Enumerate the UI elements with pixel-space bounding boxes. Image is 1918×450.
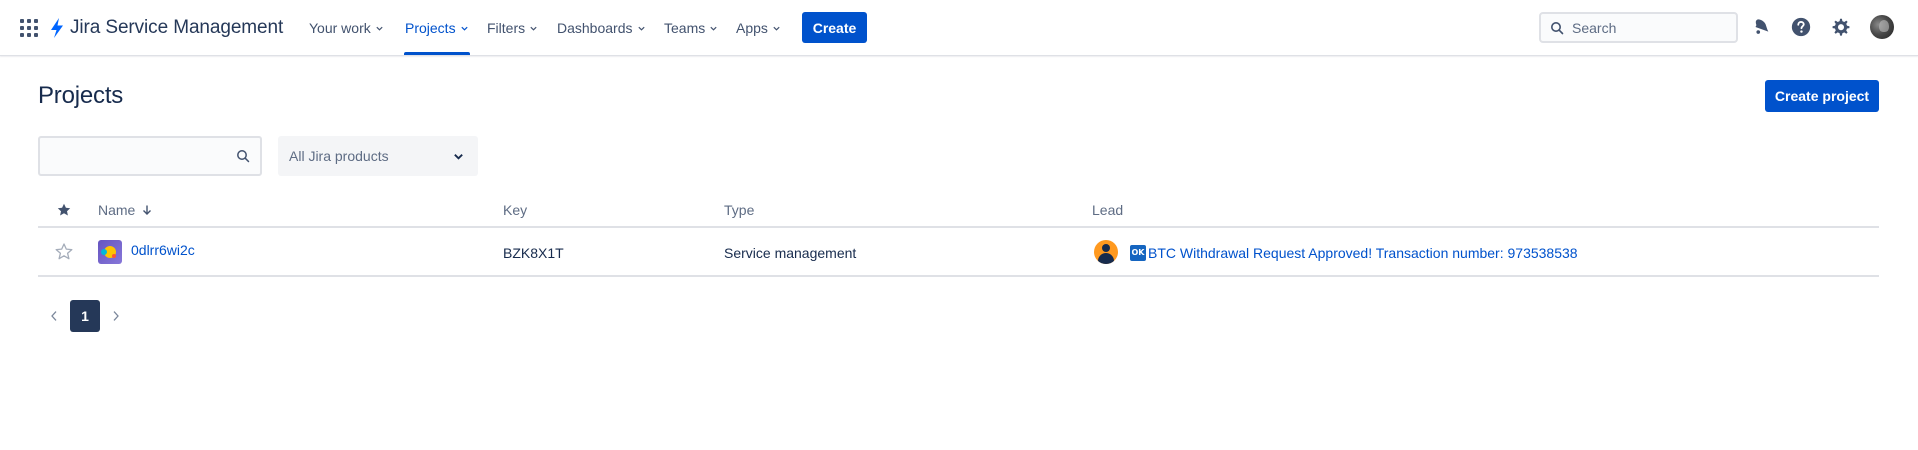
- chevron-down-icon: [530, 26, 537, 31]
- column-header-key[interactable]: Key: [503, 202, 527, 218]
- nav-item-filters[interactable]: Filters: [487, 14, 538, 42]
- chevron-down-icon: [773, 26, 780, 31]
- pagination-next-button[interactable]: [108, 306, 124, 326]
- active-nav-indicator: [404, 52, 470, 55]
- chevron-down-icon: [376, 26, 383, 31]
- project-name-link[interactable]: 0dlrr6wi2c: [131, 242, 195, 258]
- profile-avatar[interactable]: [1870, 15, 1894, 39]
- nav-item-label: Apps: [736, 20, 768, 36]
- favorite-star-icon[interactable]: [54, 242, 74, 262]
- table-header-divider: [38, 226, 1879, 228]
- nav-item-label: Filters: [487, 20, 526, 36]
- chevron-down-icon: [710, 26, 717, 31]
- chevron-left-icon: [51, 311, 57, 321]
- product-filter-value: All Jira products: [289, 148, 389, 164]
- page-title: Projects: [38, 82, 124, 109]
- project-type: Service management: [724, 245, 857, 261]
- column-header-lead[interactable]: Lead: [1092, 202, 1123, 218]
- pagination-previous-button[interactable]: [46, 306, 62, 326]
- column-header-type[interactable]: Type: [724, 202, 754, 218]
- nav-item-label: Teams: [664, 20, 706, 36]
- search-icon: [1551, 21, 1564, 34]
- project-key: BZK8X1T: [503, 245, 564, 261]
- lead-avatar[interactable]: [1094, 240, 1118, 264]
- chevron-down-icon: [454, 154, 463, 160]
- sort-descending-arrow-icon: [143, 205, 152, 215]
- app-switcher-icon[interactable]: [18, 17, 38, 37]
- lightning-bolt-icon: [51, 18, 63, 38]
- brand-name: Jira Service Management: [70, 17, 284, 38]
- lead-name-link[interactable]: OK BTC Withdrawal Request Approved! Tran…: [1130, 245, 1578, 261]
- help-icon[interactable]: [1789, 15, 1813, 39]
- star-icon: [57, 203, 71, 216]
- search-icon: [237, 150, 250, 163]
- chevron-down-icon: [460, 26, 468, 31]
- project-avatar-icon[interactable]: [98, 240, 122, 264]
- chevron-right-icon: [113, 311, 119, 321]
- nav-item-label: Your work: [309, 20, 371, 36]
- column-header-label: Name: [98, 202, 136, 218]
- project-search-input[interactable]: [48, 146, 228, 166]
- nav-item-label: Projects: [405, 20, 456, 36]
- product-logo[interactable]: Jira Service Management: [48, 14, 283, 42]
- nav-item-apps[interactable]: Apps: [736, 14, 781, 42]
- create-button[interactable]: Create: [802, 12, 867, 43]
- create-project-button[interactable]: Create project: [1765, 80, 1879, 112]
- pagination-page-button[interactable]: 1: [70, 300, 100, 332]
- product-filter-select[interactable]: All Jira products: [278, 136, 478, 176]
- search-input[interactable]: [1572, 19, 1722, 36]
- table-row-divider: [38, 275, 1879, 277]
- global-search[interactable]: [1539, 12, 1738, 43]
- top-navigation: Jira Service Management Your work Projec…: [0, 0, 1918, 56]
- nav-item-projects[interactable]: Projects: [405, 14, 469, 42]
- column-header-name[interactable]: Name: [98, 202, 153, 218]
- notifications-icon[interactable]: [1749, 15, 1773, 39]
- nav-item-label: Dashboards: [557, 20, 633, 36]
- ok-button-emoji-icon: OK: [1130, 245, 1146, 261]
- nav-item-dashboards[interactable]: Dashboards: [557, 14, 646, 42]
- nav-item-teams[interactable]: Teams: [664, 14, 718, 42]
- lead-name-text: BTC Withdrawal Request Approved! Transac…: [1148, 245, 1578, 261]
- chevron-down-icon: [637, 26, 645, 31]
- nav-item-your-work[interactable]: Your work: [309, 14, 384, 42]
- project-search-field[interactable]: [38, 136, 262, 176]
- settings-icon[interactable]: [1829, 15, 1853, 39]
